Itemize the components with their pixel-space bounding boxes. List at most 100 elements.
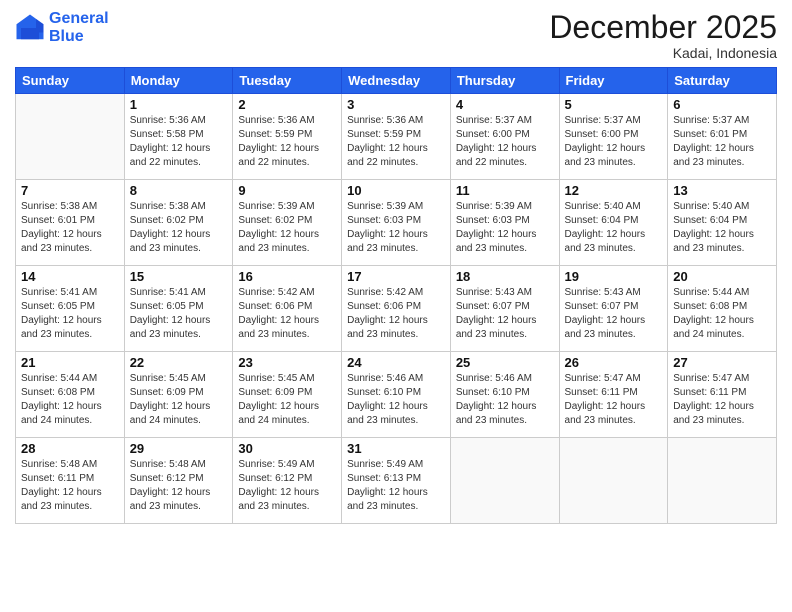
- cell-content: Sunrise: 5:36 AM Sunset: 5:59 PM Dayligh…: [347, 114, 445, 170]
- week-row-3: 21 Sunrise: 5:44 AM Sunset: 6:08 PM Dayli…: [16, 352, 777, 438]
- day-cell: 29 Sunrise: 5:48 AM Sunset: 6:12 PM Dayli…: [124, 438, 233, 524]
- day-cell: 31 Sunrise: 5:49 AM Sunset: 6:13 PM Dayli…: [342, 438, 451, 524]
- day-number: 29: [130, 441, 228, 456]
- cell-content: Sunrise: 5:47 AM Sunset: 6:11 PM Dayligh…: [565, 372, 663, 428]
- day-cell: 27Sunrise: 5:47 AM Sunset: 6:11 PM Dayli…: [668, 352, 777, 438]
- day-number: 13: [673, 183, 771, 198]
- cell-content: Sunrise: 5:42 AM Sunset: 6:06 PM Dayligh…: [238, 286, 336, 342]
- cell-content: Sunrise: 5:36 AM Sunset: 5:58 PM Dayligh…: [130, 114, 228, 170]
- day-cell: [450, 438, 559, 524]
- cell-content: Sunrise: 5:40 AM Sunset: 6:04 PM Dayligh…: [673, 200, 771, 256]
- cell-content: Sunrise: 5:44 AM Sunset: 6:08 PM Dayligh…: [21, 372, 119, 428]
- cell-content: Sunrise: 5:39 AM Sunset: 6:03 PM Dayligh…: [456, 200, 554, 256]
- cell-content: Sunrise: 5:42 AM Sunset: 6:06 PM Dayligh…: [347, 286, 445, 342]
- cell-content: Sunrise: 5:36 AM Sunset: 5:59 PM Dayligh…: [238, 114, 336, 170]
- header-cell-sunday: Sunday: [16, 68, 125, 94]
- day-cell: 26Sunrise: 5:47 AM Sunset: 6:11 PM Dayli…: [559, 352, 668, 438]
- cell-content: Sunrise: 5:46 AM Sunset: 6:10 PM Dayligh…: [456, 372, 554, 428]
- day-cell: 13 Sunrise: 5:40 AM Sunset: 6:04 PM Dayli…: [668, 180, 777, 266]
- cell-content: Sunrise: 5:49 AM Sunset: 6:13 PM Dayligh…: [347, 458, 445, 514]
- cell-content: Sunrise: 5:43 AM Sunset: 6:07 PM Dayligh…: [565, 286, 663, 342]
- day-cell: 19Sunrise: 5:43 AM Sunset: 6:07 PM Dayli…: [559, 266, 668, 352]
- day-cell: 12Sunrise: 5:40 AM Sunset: 6:04 PM Dayli…: [559, 180, 668, 266]
- day-number: 20: [673, 269, 771, 284]
- day-cell: 6 Sunrise: 5:37 AM Sunset: 6:01 PM Daylig…: [668, 94, 777, 180]
- day-number: 1: [130, 97, 228, 112]
- calendar-table: SundayMondayTuesdayWednesdayThursdayFrid…: [15, 67, 777, 524]
- day-cell: 18 Sunrise: 5:43 AM Sunset: 6:07 PM Dayli…: [450, 266, 559, 352]
- day-number: 10: [347, 183, 445, 198]
- cell-content: Sunrise: 5:41 AM Sunset: 6:05 PM Dayligh…: [130, 286, 228, 342]
- day-cell: 25 Sunrise: 5:46 AM Sunset: 6:10 PM Dayli…: [450, 352, 559, 438]
- cell-content: Sunrise: 5:39 AM Sunset: 6:02 PM Dayligh…: [238, 200, 336, 256]
- day-cell: 22Sunrise: 5:45 AM Sunset: 6:09 PM Dayli…: [124, 352, 233, 438]
- day-cell: 1 Sunrise: 5:36 AM Sunset: 5:58 PM Daylig…: [124, 94, 233, 180]
- header-cell-monday: Monday: [124, 68, 233, 94]
- cell-content: Sunrise: 5:38 AM Sunset: 6:01 PM Dayligh…: [21, 200, 119, 256]
- day-number: 22: [130, 355, 228, 370]
- day-cell: 20 Sunrise: 5:44 AM Sunset: 6:08 PM Dayli…: [668, 266, 777, 352]
- day-cell: 16 Sunrise: 5:42 AM Sunset: 6:06 PM Dayli…: [233, 266, 342, 352]
- day-cell: [559, 438, 668, 524]
- day-number: 4: [456, 97, 554, 112]
- day-number: 7: [21, 183, 119, 198]
- title-section: December 2025 Kadai, Indonesia: [549, 10, 777, 61]
- day-cell: 21 Sunrise: 5:44 AM Sunset: 6:08 PM Dayli…: [16, 352, 125, 438]
- day-cell: 7 Sunrise: 5:38 AM Sunset: 6:01 PM Daylig…: [16, 180, 125, 266]
- day-cell: [668, 438, 777, 524]
- day-number: 5: [565, 97, 663, 112]
- cell-content: Sunrise: 5:37 AM Sunset: 6:00 PM Dayligh…: [456, 114, 554, 170]
- cell-content: Sunrise: 5:48 AM Sunset: 6:11 PM Dayligh…: [21, 458, 119, 514]
- day-number: 18: [456, 269, 554, 284]
- header-row: SundayMondayTuesdayWednesdayThursdayFrid…: [16, 68, 777, 94]
- day-number: 11: [456, 183, 554, 198]
- page: General Blue December 2025 Kadai, Indone…: [0, 0, 792, 612]
- day-cell: 4 Sunrise: 5:37 AM Sunset: 6:00 PM Daylig…: [450, 94, 559, 180]
- calendar-header: SundayMondayTuesdayWednesdayThursdayFrid…: [16, 68, 777, 94]
- logo-text: General Blue: [49, 10, 109, 45]
- header-cell-friday: Friday: [559, 68, 668, 94]
- cell-content: Sunrise: 5:43 AM Sunset: 6:07 PM Dayligh…: [456, 286, 554, 342]
- day-cell: 2Sunrise: 5:36 AM Sunset: 5:59 PM Daylig…: [233, 94, 342, 180]
- day-number: 9: [238, 183, 336, 198]
- location: Kadai, Indonesia: [549, 45, 777, 61]
- day-number: 24: [347, 355, 445, 370]
- cell-content: Sunrise: 5:44 AM Sunset: 6:08 PM Dayligh…: [673, 286, 771, 342]
- calendar-body: 1 Sunrise: 5:36 AM Sunset: 5:58 PM Daylig…: [16, 94, 777, 524]
- cell-content: Sunrise: 5:41 AM Sunset: 6:05 PM Dayligh…: [21, 286, 119, 342]
- month-title: December 2025: [549, 10, 777, 45]
- cell-content: Sunrise: 5:37 AM Sunset: 6:01 PM Dayligh…: [673, 114, 771, 170]
- day-number: 31: [347, 441, 445, 456]
- week-row-0: 1 Sunrise: 5:36 AM Sunset: 5:58 PM Daylig…: [16, 94, 777, 180]
- day-number: 30: [238, 441, 336, 456]
- cell-content: Sunrise: 5:45 AM Sunset: 6:09 PM Dayligh…: [238, 372, 336, 428]
- day-number: 6: [673, 97, 771, 112]
- logo: General Blue: [15, 10, 109, 45]
- cell-content: Sunrise: 5:47 AM Sunset: 6:11 PM Dayligh…: [673, 372, 771, 428]
- cell-content: Sunrise: 5:40 AM Sunset: 6:04 PM Dayligh…: [565, 200, 663, 256]
- day-cell: 15 Sunrise: 5:41 AM Sunset: 6:05 PM Dayli…: [124, 266, 233, 352]
- header-cell-tuesday: Tuesday: [233, 68, 342, 94]
- header-cell-wednesday: Wednesday: [342, 68, 451, 94]
- day-cell: 10 Sunrise: 5:39 AM Sunset: 6:03 PM Dayli…: [342, 180, 451, 266]
- cell-content: Sunrise: 5:39 AM Sunset: 6:03 PM Dayligh…: [347, 200, 445, 256]
- day-number: 14: [21, 269, 119, 284]
- header-cell-saturday: Saturday: [668, 68, 777, 94]
- week-row-2: 14 Sunrise: 5:41 AM Sunset: 6:05 PM Dayli…: [16, 266, 777, 352]
- day-cell: 8Sunrise: 5:38 AM Sunset: 6:02 PM Daylig…: [124, 180, 233, 266]
- day-number: 21: [21, 355, 119, 370]
- day-number: 15: [130, 269, 228, 284]
- cell-content: Sunrise: 5:37 AM Sunset: 6:00 PM Dayligh…: [565, 114, 663, 170]
- day-number: 23: [238, 355, 336, 370]
- day-number: 25: [456, 355, 554, 370]
- day-number: 28: [21, 441, 119, 456]
- day-cell: [16, 94, 125, 180]
- day-number: 16: [238, 269, 336, 284]
- header-cell-thursday: Thursday: [450, 68, 559, 94]
- logo-icon: [15, 13, 45, 43]
- cell-content: Sunrise: 5:46 AM Sunset: 6:10 PM Dayligh…: [347, 372, 445, 428]
- day-number: 17: [347, 269, 445, 284]
- day-number: 8: [130, 183, 228, 198]
- cell-content: Sunrise: 5:48 AM Sunset: 6:12 PM Dayligh…: [130, 458, 228, 514]
- day-cell: 23 Sunrise: 5:45 AM Sunset: 6:09 PM Dayli…: [233, 352, 342, 438]
